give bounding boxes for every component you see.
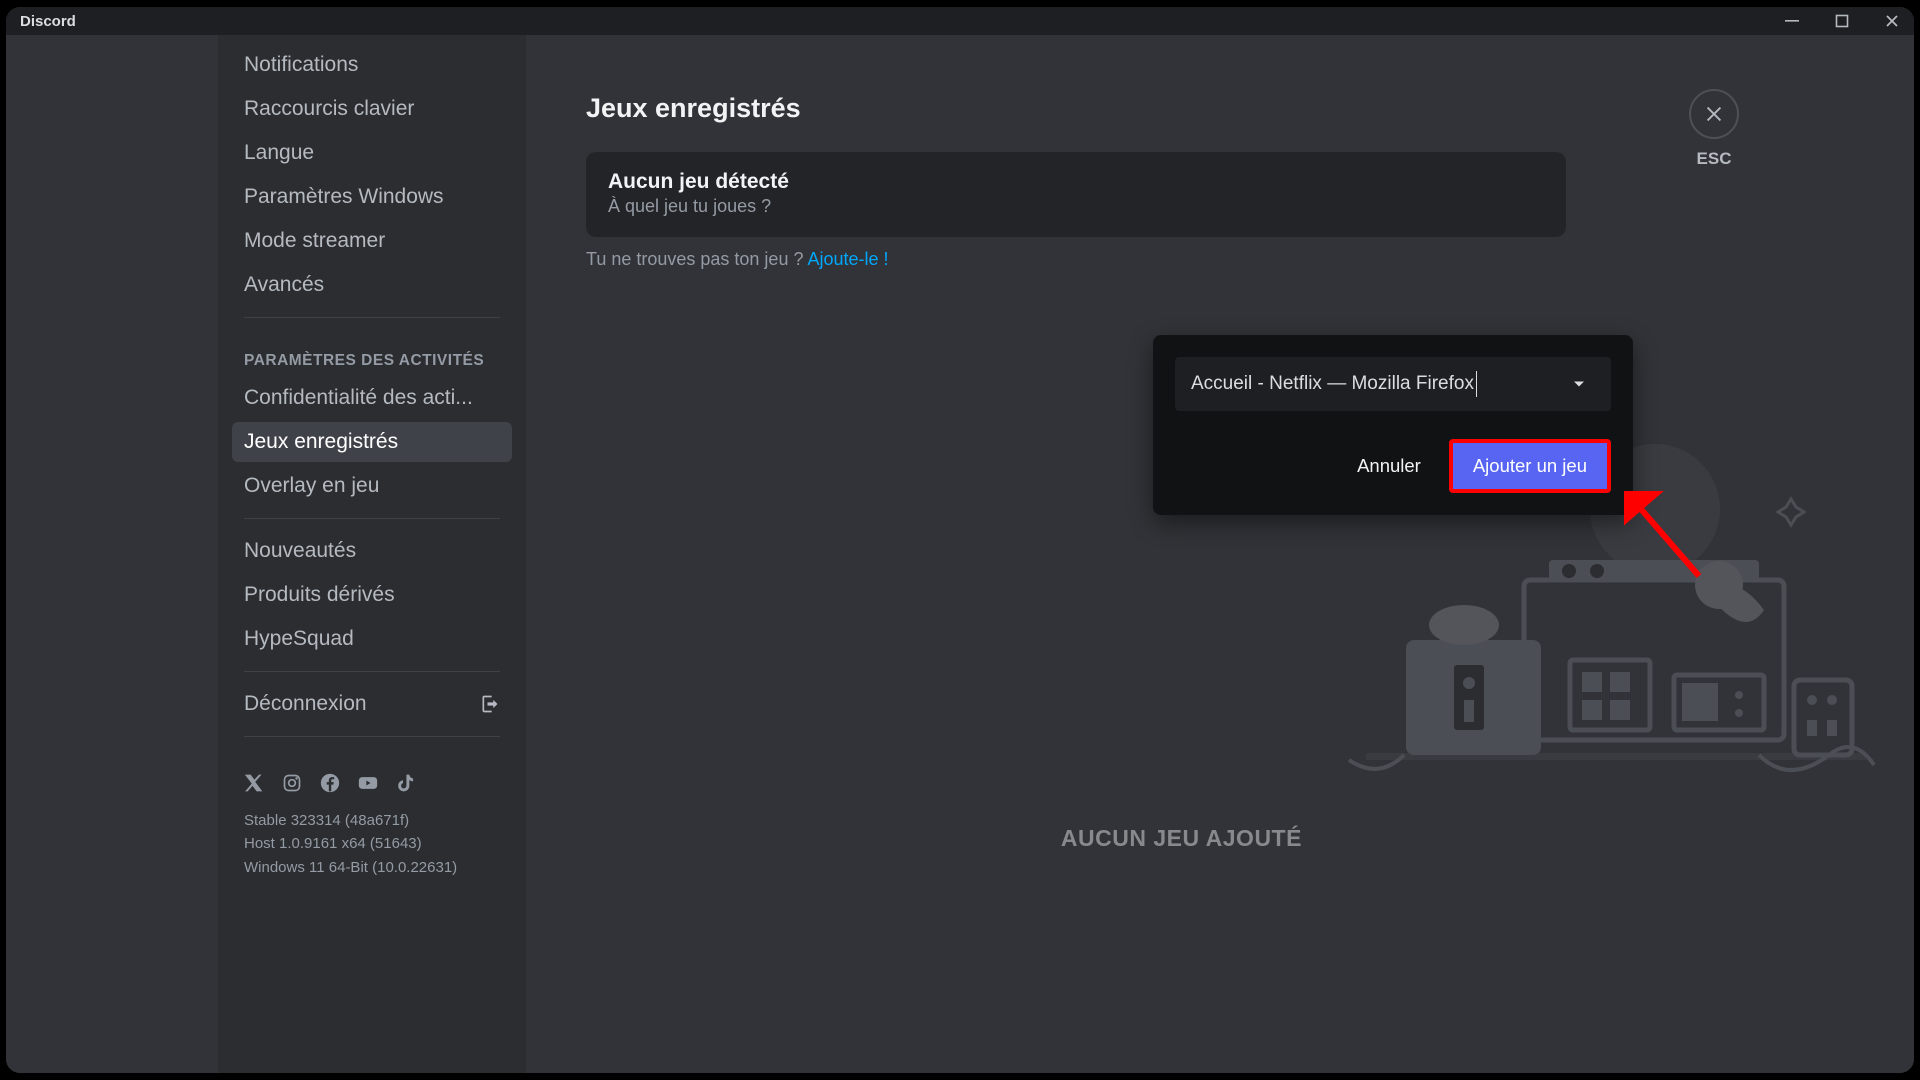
chevron-down-icon (1569, 374, 1589, 394)
title-bar: Discord (6, 7, 1914, 35)
window-minimize-button[interactable] (1778, 7, 1806, 35)
sidebar-item-advanced[interactable]: Avancés (232, 265, 512, 305)
sidebar-item-game-overlay[interactable]: Overlay en jeu (232, 466, 512, 506)
sidebar-item-streamer-mode[interactable]: Mode streamer (232, 221, 512, 261)
sidebar-divider (244, 736, 500, 737)
esc-close: ESC (1689, 89, 1739, 169)
sidebar-item-logout[interactable]: Déconnexion (232, 684, 512, 724)
sidebar-item-activity-privacy[interactable]: Confidentialité des acti... (232, 378, 512, 418)
settings-sidebar: Notifications Raccourcis clavier Langue … (218, 35, 526, 1073)
tiktok-icon[interactable] (396, 773, 416, 793)
no-game-title: Aucun jeu détecté (608, 170, 1544, 194)
no-game-subtitle: À quel jeu tu joues ? (608, 196, 1544, 217)
logout-label: Déconnexion (244, 692, 367, 716)
sidebar-item-notifications[interactable]: Notifications (232, 45, 512, 85)
sidebar-item-language[interactable]: Langue (232, 133, 512, 173)
sidebar-divider (244, 518, 500, 519)
main-pane: Jeux enregistrés Aucun jeu détecté À que… (526, 35, 1914, 1073)
x-icon[interactable] (244, 773, 264, 793)
add-game-link[interactable]: Ajoute-le ! (807, 249, 888, 269)
app-select-dropdown[interactable]: Accueil - Netflix — Mozilla Firefox (1175, 357, 1611, 411)
version-info: Stable 323314 (48a671f) Host 1.0.9161 x6… (232, 805, 512, 883)
page-title: Jeux enregistrés (586, 93, 1854, 124)
window-close-button[interactable] (1878, 7, 1906, 35)
esc-close-button[interactable] (1689, 89, 1739, 139)
add-game-popover: Accueil - Netflix — Mozilla Firefox Annu… (1153, 335, 1633, 515)
logout-icon (480, 694, 500, 714)
add-game-help-text: Tu ne trouves pas ton jeu ? Ajoute-le ! (586, 249, 1854, 270)
selected-app-label: Accueil - Netflix — Mozilla Firefox (1191, 371, 1477, 397)
cancel-button[interactable]: Annuler (1349, 443, 1429, 489)
annotation-arrow (1624, 491, 1714, 591)
sidebar-item-registered-games[interactable]: Jeux enregistrés (232, 422, 512, 462)
sidebar-item-merch[interactable]: Produits dérivés (232, 575, 512, 615)
empty-state-text: AUCUN JEU AJOUTÉ (1061, 825, 1302, 852)
version-line-3: Windows 11 64-Bit (10.0.22631) (244, 856, 500, 879)
no-game-detected-card: Aucun jeu détecté À quel jeu tu joues ? (586, 152, 1566, 237)
close-icon (1885, 14, 1899, 28)
sidebar-header-activity-settings: PARAMÈTRES DES ACTIVITÉS (232, 330, 512, 378)
sidebar-item-whatsnew[interactable]: Nouveautés (232, 531, 512, 571)
sidebar-divider (244, 671, 500, 672)
social-links (232, 749, 512, 805)
sidebar-item-keyboard-shortcuts[interactable]: Raccourcis clavier (232, 89, 512, 129)
version-line-1: Stable 323314 (48a671f) (244, 809, 500, 832)
esc-label: ESC (1697, 149, 1732, 169)
maximize-icon (1835, 14, 1849, 28)
sidebar-item-hypesquad[interactable]: HypeSquad (232, 619, 512, 659)
version-line-2: Host 1.0.9161 x64 (51643) (244, 832, 500, 855)
add-game-button[interactable]: Ajouter un jeu (1449, 439, 1611, 493)
minimize-icon (1785, 14, 1799, 28)
window-maximize-button[interactable] (1828, 7, 1856, 35)
sidebar-item-windows-settings[interactable]: Paramètres Windows (232, 177, 512, 217)
close-icon (1703, 103, 1725, 125)
facebook-icon[interactable] (320, 773, 340, 793)
app-name: Discord (20, 13, 76, 30)
sidebar-divider (244, 317, 500, 318)
instagram-icon[interactable] (282, 773, 302, 793)
youtube-icon[interactable] (358, 773, 378, 793)
